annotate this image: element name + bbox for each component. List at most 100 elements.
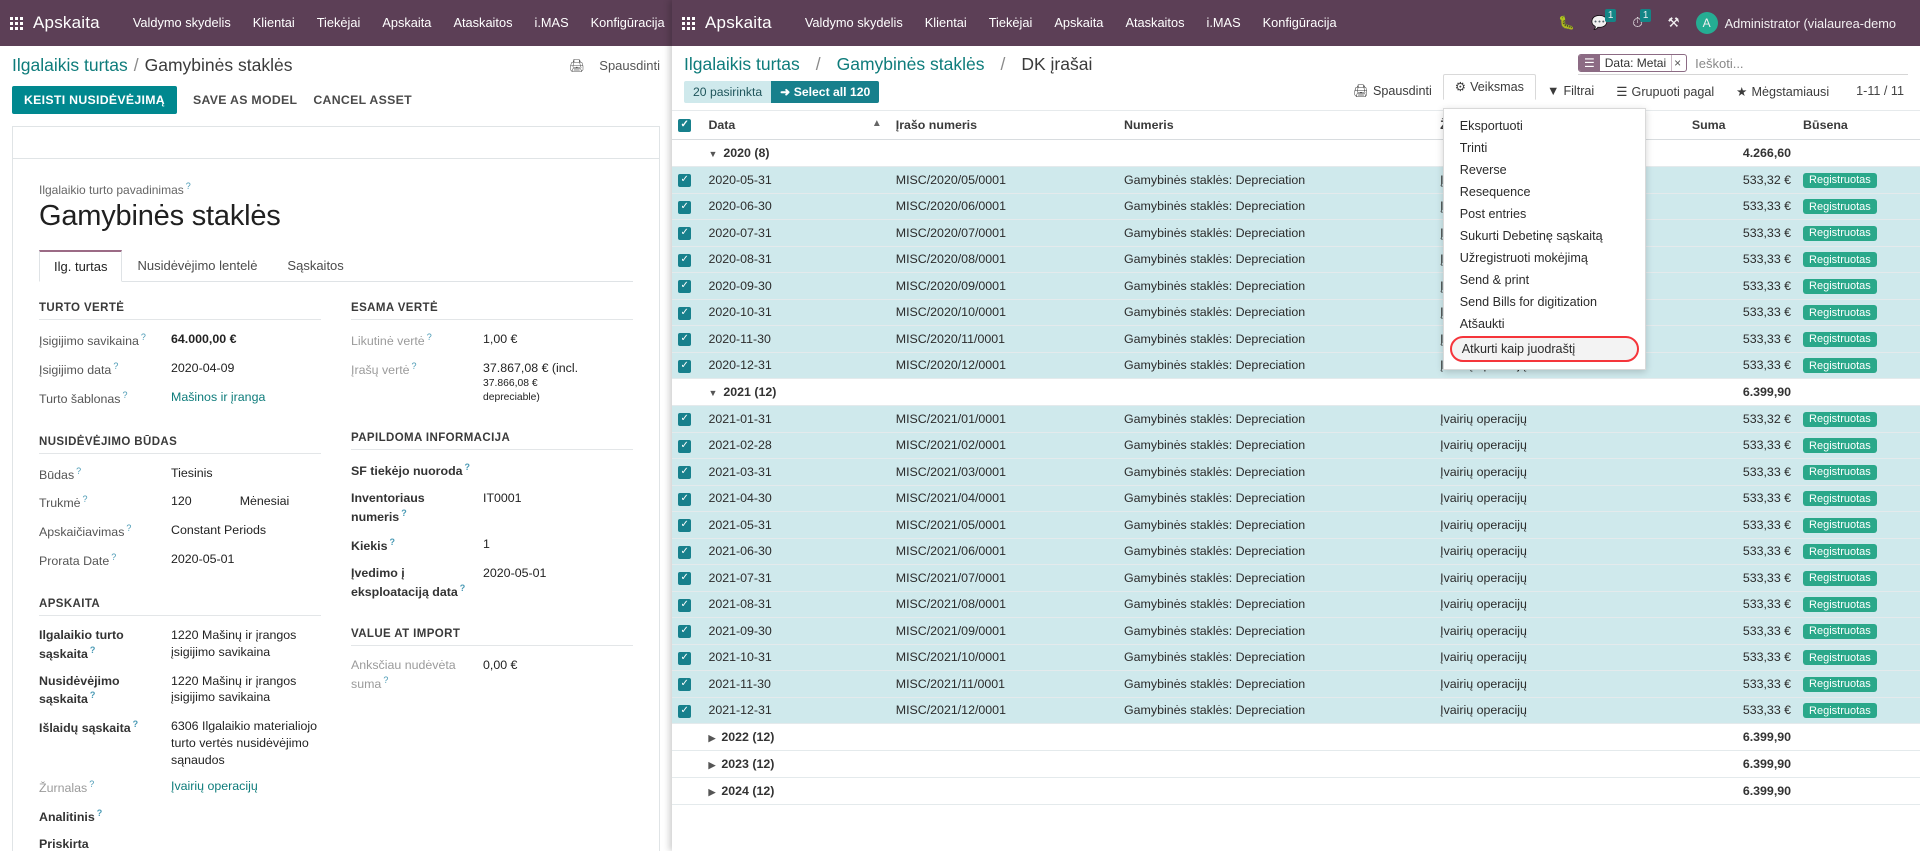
row-checkbox[interactable]	[678, 306, 691, 320]
help-icon[interactable]: ?	[412, 361, 417, 371]
group-label-cell[interactable]: ▶ 2023 (12)	[702, 750, 890, 779]
row-checkbox-cell[interactable]	[672, 458, 703, 486]
column-header-iraso-numeris[interactable]: Įrašo numeris	[889, 110, 1119, 141]
menu-konfiguracija[interactable]: Konfigūracija	[580, 0, 672, 46]
row-checkbox-cell[interactable]	[672, 670, 703, 698]
help-icon[interactable]: ?	[111, 552, 116, 562]
row-checkbox-cell[interactable]	[672, 219, 703, 247]
menu-tiekejai[interactable]: Tiekėjai	[978, 0, 1044, 46]
menu-imas[interactable]: i.MAS	[1195, 0, 1251, 46]
help-icon[interactable]: ?	[460, 583, 466, 593]
table-row[interactable]: 2021-04-30MISC/2021/04/0001Gamybinės sta…	[672, 485, 1920, 513]
breadcrumb-root[interactable]: Ilgalaikis turtas	[12, 55, 128, 76]
help-icon[interactable]: ?	[401, 508, 407, 518]
row-checkbox[interactable]	[678, 704, 691, 718]
row-checkbox[interactable]	[678, 226, 691, 241]
left-print-tool[interactable]: 🖨 Spausdinti	[569, 58, 660, 74]
help-icon[interactable]: ?	[383, 675, 388, 685]
help-icon[interactable]: ?	[465, 462, 471, 472]
caret-down-icon[interactable]: ▼	[708, 149, 717, 159]
header-checkbox[interactable]	[678, 118, 691, 133]
table-row[interactable]: 2020-09-30MISC/2020/09/0001Gamybinės sta…	[672, 272, 1920, 300]
help-icon[interactable]: ?	[123, 390, 128, 400]
search-facet-data-metai[interactable]: ☰ Data: Metai ×	[1578, 54, 1688, 72]
user-menu[interactable]: A Administrator (vialaurea-demo	[1688, 12, 1910, 34]
menu-ataskaitos[interactable]: Ataskaitos	[442, 0, 523, 46]
dropdown-item-uzregistruoti-mokejima[interactable]: Užregistruoti mokėjimą	[1444, 247, 1645, 269]
row-checkbox[interactable]	[678, 492, 691, 506]
groupby-button[interactable]: ☰ Grupuoti pagal	[1605, 79, 1725, 104]
facet-remove-icon[interactable]: ×	[1671, 55, 1686, 71]
column-header-suma[interactable]: Suma	[1685, 110, 1798, 141]
table-row[interactable]: 2020-10-31MISC/2020/10/0001Gamybinės sta…	[672, 299, 1920, 327]
menu-ataskaitos[interactable]: Ataskaitos	[1114, 0, 1195, 46]
table-row[interactable]: 2021-02-28MISC/2021/02/0001Gamybinės sta…	[672, 432, 1920, 460]
row-checkbox[interactable]	[678, 518, 691, 533]
dropdown-item-atkurti-kaip-juodrasti[interactable]: Atkurti kaip juodraštį	[1449, 336, 1639, 362]
dropdown-item-send-print[interactable]: Send & print	[1444, 269, 1645, 291]
caret-right-icon[interactable]: ▶	[708, 760, 715, 771]
help-icon[interactable]: ?	[113, 361, 118, 371]
save-as-model-button[interactable]: SAVE AS MODEL	[193, 93, 297, 107]
row-checkbox-cell[interactable]	[672, 432, 703, 460]
row-checkbox[interactable]	[678, 359, 691, 373]
table-row[interactable]: 2020-12-31MISC/2020/12/0001Gamybinės sta…	[672, 352, 1920, 380]
row-checkbox-cell[interactable]	[672, 538, 703, 566]
help-icon[interactable]: ?	[390, 537, 396, 547]
caret-right-icon[interactable]: ▶	[708, 787, 715, 798]
search-input[interactable]: Ieškoti...	[1687, 56, 1908, 71]
row-checkbox[interactable]	[678, 279, 691, 294]
breadcrumb-root[interactable]: Ilgalaikis turtas	[684, 54, 800, 75]
column-header-data[interactable]: Data ▲	[702, 110, 890, 141]
row-checkbox[interactable]	[678, 253, 691, 267]
dropdown-item-reverse[interactable]: Reverse	[1444, 159, 1645, 181]
menu-valdymo-skydelis[interactable]: Valdymo skydelis	[122, 0, 242, 46]
chat-icon[interactable]: 💬 1	[1583, 9, 1624, 31]
tab-ilg-turtas[interactable]: Ilg. turtas	[39, 250, 123, 282]
row-checkbox-cell[interactable]	[672, 511, 703, 539]
row-checkbox-cell[interactable]	[672, 352, 703, 380]
dropdown-item-resequence[interactable]: Resequence	[1444, 181, 1645, 203]
dropdown-item-eksportuoti[interactable]: Eksportuoti	[1444, 115, 1645, 137]
menu-apskaita[interactable]: Apskaita	[1043, 0, 1114, 46]
help-icon[interactable]: ?	[126, 523, 131, 533]
column-header-numeris[interactable]: Numeris	[1118, 110, 1435, 141]
help-icon[interactable]: ?	[133, 719, 139, 729]
row-checkbox[interactable]	[678, 200, 691, 214]
row-checkbox[interactable]	[678, 545, 691, 559]
field-value-link[interactable]: Mašinos ir įranga	[171, 389, 321, 406]
dropdown-item-atsaukti[interactable]: Atšaukti	[1444, 313, 1645, 335]
field-value-link[interactable]: Įvairių operacijų	[171, 778, 321, 795]
group-label-cell[interactable]: ▶ 2022 (12)	[702, 723, 890, 752]
help-icon[interactable]: ?	[76, 466, 81, 476]
apps-grid-icon[interactable]	[682, 16, 695, 30]
tab-saskaitos[interactable]: Sąskaitos	[272, 250, 358, 282]
column-header-busena[interactable]: Būsena	[1797, 110, 1920, 141]
table-row[interactable]: 2020-11-30MISC/2020/11/0001Gamybinės sta…	[672, 325, 1920, 353]
row-checkbox-cell[interactable]	[672, 299, 703, 327]
select-all-header-cell[interactable]	[672, 110, 703, 141]
row-checkbox-cell[interactable]	[672, 485, 703, 513]
row-checkbox[interactable]	[678, 677, 691, 692]
tab-nusidevejimo-lentele[interactable]: Nusidėvėjimo lentelė	[122, 250, 272, 282]
asset-name-value[interactable]: Gamybinės staklės	[39, 200, 633, 233]
help-icon[interactable]: ?	[97, 808, 103, 818]
row-checkbox[interactable]	[678, 651, 691, 665]
change-depreciation-button[interactable]: KEISTI NUSIDĖVĖJIMĄ	[12, 86, 177, 114]
row-checkbox-cell[interactable]	[672, 166, 703, 194]
table-row[interactable]: 2021-06-30MISC/2021/06/0001Gamybinės sta…	[672, 538, 1920, 566]
menu-klientai[interactable]: Klientai	[914, 0, 978, 46]
row-checkbox[interactable]	[678, 173, 691, 188]
filters-button[interactable]: ▼ Filtrai	[1536, 79, 1605, 103]
table-group-row[interactable]: ▼ 2021 (12) 6.399,90	[672, 378, 1920, 407]
row-checkbox-cell[interactable]	[672, 325, 703, 353]
table-row[interactable]: 2020-08-31MISC/2020/08/0001Gamybinės sta…	[672, 246, 1920, 274]
table-group-row[interactable]: ▼ 2020 (8) 4.266,60	[672, 139, 1920, 168]
table-row[interactable]: 2021-05-31MISC/2021/05/0001Gamybinės sta…	[672, 511, 1920, 539]
row-checkbox-cell[interactable]	[672, 405, 703, 433]
menu-apskaita[interactable]: Apskaita	[371, 0, 442, 46]
dropdown-item-post-entries[interactable]: Post entries	[1444, 203, 1645, 225]
table-group-row[interactable]: ▶ 2023 (12) 6.399,90	[672, 750, 1920, 779]
table-row[interactable]: 2020-05-31MISC/2020/05/0001Gamybinės sta…	[672, 166, 1920, 194]
favorites-button[interactable]: ★ Mėgstamiausi	[1725, 79, 1840, 104]
